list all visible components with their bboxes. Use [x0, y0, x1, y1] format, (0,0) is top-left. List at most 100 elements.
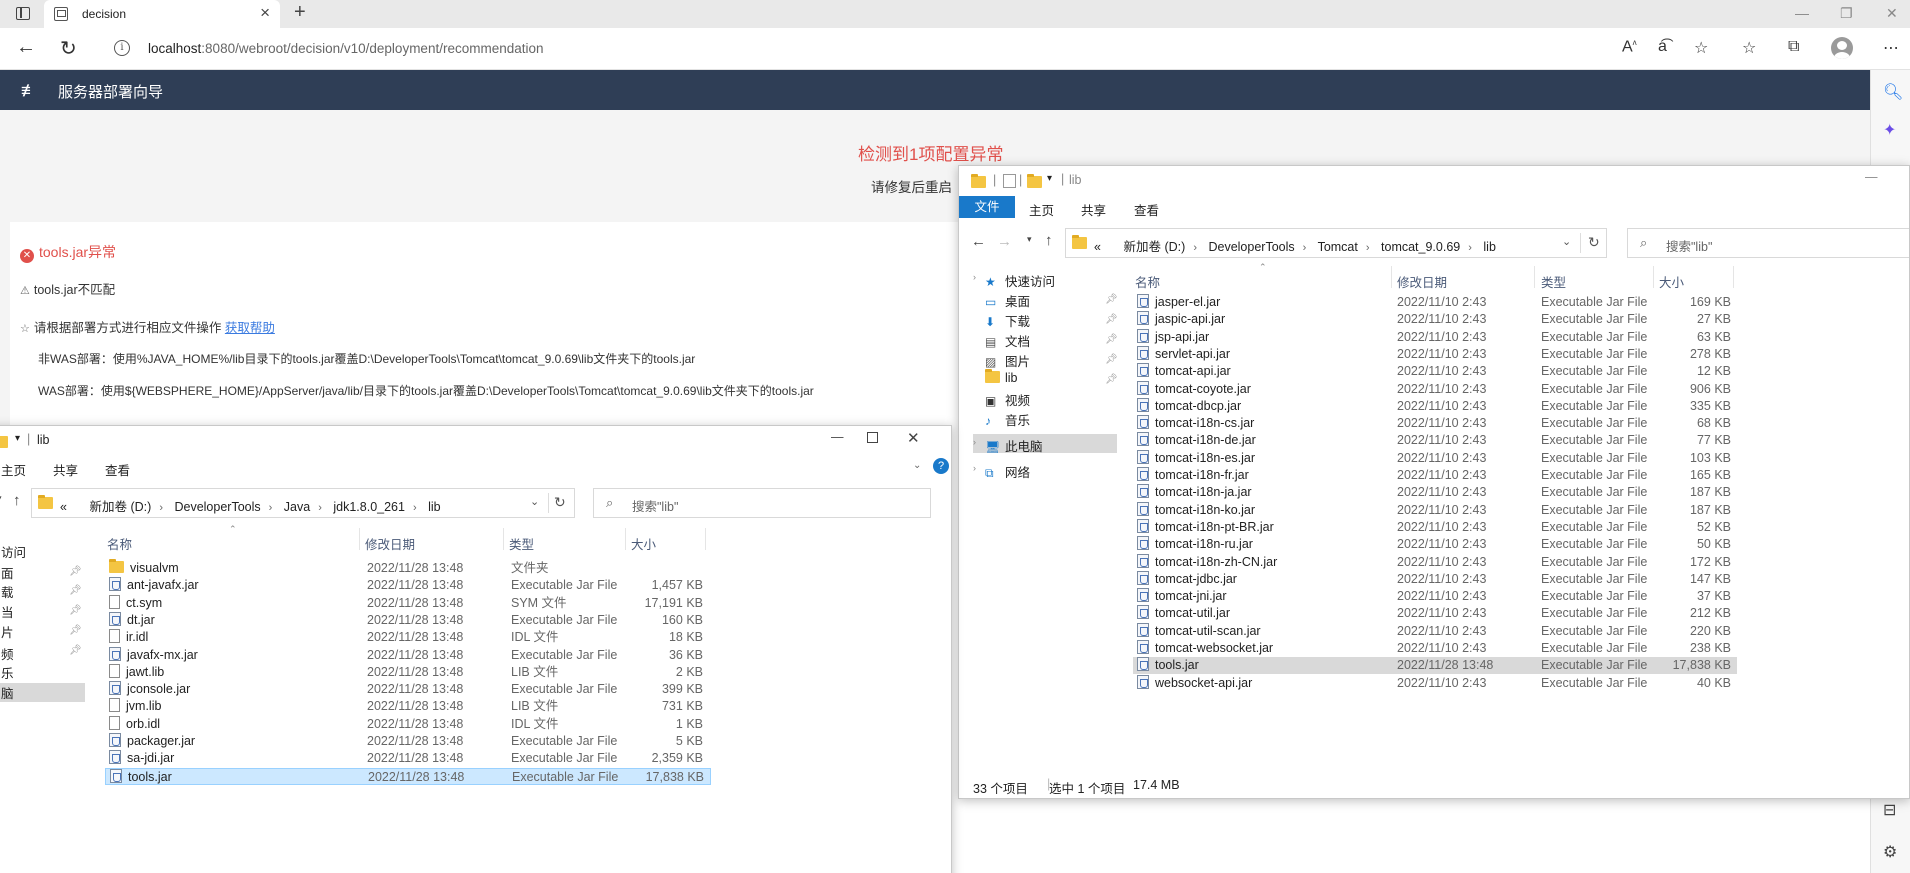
- column-header-type[interactable]: 类型: [1541, 272, 1566, 291]
- ribbon-tab-file[interactable]: 文件: [959, 196, 1015, 218]
- table-row[interactable]: tomcat-jni.jar 2022/11/10 2:43 Executable …: [1133, 588, 1737, 605]
- table-row[interactable]: jconsole.jar 2022/11/28 13:48 Executable J…: [105, 681, 711, 698]
- nav-item[interactable]: 载: [1, 582, 14, 601]
- table-row[interactable]: tomcat-i18n-ko.jar 2022/11/10 2:43 Executa…: [1133, 501, 1737, 519]
- expand-chevron-icon[interactable]: ›: [973, 437, 976, 447]
- table-row[interactable]: tomcat-coyote.jar 2022/11/10 2:43 Executab…: [1133, 380, 1737, 398]
- address-bar[interactable]: « 新加卷 (D:) › DeveloperTools › Tomcat › tomc…: [1065, 228, 1607, 258]
- table-row[interactable]: jasper-el.jar 2022/11/10 2:43 Executable J…: [1133, 294, 1737, 311]
- nav-item-music[interactable]: ♪ 音乐: [985, 410, 1030, 429]
- qat-dropdown-icon[interactable]: ▾: [15, 433, 20, 444]
- table-row[interactable]: tomcat-util-scan.jar 2022/11/10 2:43 Execu…: [1133, 622, 1737, 640]
- table-row[interactable]: servlet-api.jar 2022/11/10 2:43 Executable…: [1133, 345, 1737, 363]
- nav-item-video[interactable]: ▣ 视频: [985, 390, 1030, 409]
- nav-item[interactable]: 脑: [1, 683, 14, 702]
- breadcrumb-tomcat[interactable]: Tomcat: [1318, 240, 1358, 254]
- help-link[interactable]: 获取帮助: [225, 321, 275, 335]
- nav-item[interactable]: 面: [1, 563, 14, 582]
- add-favorite-icon[interactable]: ☆: [1694, 38, 1708, 58]
- breadcrumb-lib[interactable]: lib: [1483, 240, 1496, 254]
- nav-item[interactable]: 乐: [1, 663, 14, 682]
- table-row[interactable]: tomcat-i18n-cs.jar 2022/11/10 2:43 Executa…: [1133, 415, 1737, 432]
- maximize-icon[interactable]: [867, 432, 878, 443]
- more-menu-icon[interactable]: ⋯: [1883, 38, 1899, 58]
- breadcrumb-tomcat-version[interactable]: tomcat_9.0.69: [1381, 240, 1460, 254]
- expand-chevron-icon[interactable]: ›: [973, 463, 976, 473]
- site-info-icon[interactable]: i: [114, 40, 130, 56]
- close-window-icon[interactable]: ✕: [1886, 5, 1898, 22]
- table-row[interactable]: tools.jar 2022/11/28 13:48 Executable Jar …: [1133, 657, 1737, 675]
- back-icon[interactable]: ←: [971, 233, 986, 250]
- sidebar-panel-icon[interactable]: ⊟: [1883, 800, 1896, 820]
- nav-item-folder[interactable]: lib: [985, 369, 1018, 385]
- search-box[interactable]: ⌕ 搜索"lib": [593, 488, 931, 518]
- table-row[interactable]: orb.idl 2022/11/28 13:48 IDL 文件 1 KB: [105, 715, 711, 733]
- ribbon-tab-view[interactable]: 查看: [105, 460, 130, 479]
- address-dropdown-icon[interactable]: ⌄: [530, 495, 539, 508]
- breadcrumb-java[interactable]: Java: [284, 500, 310, 514]
- expand-chevron-icon[interactable]: ›: [973, 272, 976, 282]
- translate-icon[interactable]: a͡: [1658, 38, 1667, 56]
- search-icon[interactable]: 🔍︎: [1883, 82, 1903, 102]
- url-text[interactable]: localhost:8080/webroot/decision/v10/depl…: [148, 41, 544, 56]
- nav-item-net[interactable]: ⧉ 网络: [985, 462, 1030, 481]
- tab-close-icon[interactable]: ×: [260, 3, 270, 23]
- refresh-icon[interactable]: ↻: [554, 494, 566, 511]
- breadcrumb-drive[interactable]: 新加卷 (D:): [1124, 240, 1186, 254]
- table-row[interactable]: jaspic-api.jar 2022/11/10 2:43 Executable …: [1133, 311, 1737, 328]
- search-box[interactable]: ⌕ 搜索"lib": [1627, 228, 1909, 258]
- refresh-icon[interactable]: ↻: [60, 36, 77, 61]
- nav-item-down[interactable]: ⬇ 下载: [985, 311, 1030, 330]
- table-row[interactable]: tomcat-i18n-ja.jar 2022/11/10 2:43 Executa…: [1133, 484, 1737, 501]
- table-row[interactable]: ct.sym 2022/11/28 13:48 SYM 文件 17,191 KB: [105, 594, 711, 612]
- breadcrumb-overflow[interactable]: «: [1094, 240, 1101, 254]
- table-row[interactable]: tomcat-dbcp.jar 2022/11/10 2:43 Executable…: [1133, 397, 1737, 415]
- help-icon[interactable]: ?: [933, 458, 949, 474]
- restore-icon[interactable]: ❐: [1840, 5, 1853, 22]
- minimize-icon[interactable]: —: [1865, 170, 1878, 184]
- address-dropdown-icon[interactable]: ⌄: [1562, 235, 1571, 248]
- breadcrumb-lib[interactable]: lib: [428, 500, 441, 514]
- table-row[interactable]: tomcat-api.jar 2022/11/10 2:43 Executable …: [1133, 363, 1737, 380]
- qat-dropdown-icon[interactable]: ▾: [1047, 173, 1052, 184]
- nav-item-pc[interactable]: 🖥︎ 此电脑: [985, 436, 1043, 455]
- table-row[interactable]: tomcat-i18n-es.jar 2022/11/10 2:43 Executa…: [1133, 449, 1737, 467]
- ribbon-tab-home[interactable]: 主页: [1, 460, 26, 479]
- nav-item[interactable]: 片: [1, 622, 14, 641]
- table-row[interactable]: tomcat-util.jar 2022/11/10 2:43 Executable…: [1133, 605, 1737, 622]
- table-row[interactable]: tomcat-jdbc.jar 2022/11/10 2:43 Executable…: [1133, 570, 1737, 588]
- ribbon-tab-share[interactable]: 共享: [1081, 200, 1106, 219]
- table-row[interactable]: jsp-api.jar 2022/11/10 2:43 Executable Jar…: [1133, 328, 1737, 346]
- recent-dropdown-icon[interactable]: ▾: [0, 493, 2, 504]
- close-icon[interactable]: ✕: [907, 429, 920, 447]
- ribbon-tab-view[interactable]: 查看: [1134, 200, 1159, 219]
- table-row[interactable]: ant-javafx.jar 2022/11/28 13:48 Executable…: [105, 577, 711, 594]
- address-bar[interactable]: « 新加卷 (D:) › DeveloperTools › Java › jdk1.8…: [31, 488, 575, 518]
- nav-item[interactable]: 当: [1, 602, 14, 621]
- column-header-name[interactable]: 名称: [107, 534, 132, 553]
- forward-icon[interactable]: →: [997, 233, 1012, 250]
- copilot-icon[interactable]: ✦: [1883, 120, 1896, 140]
- minimize-icon[interactable]: —: [831, 430, 844, 444]
- ribbon-tab-share[interactable]: 共享: [53, 460, 78, 479]
- table-row[interactable]: visualvm 2022/11/28 13:48 文件夹: [105, 559, 711, 577]
- column-header-size[interactable]: 大小: [1659, 272, 1684, 291]
- table-row[interactable]: tomcat-websocket.jar 2022/11/10 2:43 Execu…: [1133, 640, 1737, 657]
- read-aloud-icon[interactable]: Aʌ: [1622, 38, 1637, 56]
- nav-item-pic[interactable]: ▨ 图片: [985, 351, 1030, 370]
- ribbon-tab-home[interactable]: 主页: [1029, 200, 1054, 219]
- breadcrumb-devtools[interactable]: DeveloperTools: [174, 500, 260, 514]
- table-row[interactable]: tomcat-i18n-ru.jar 2022/11/10 2:43 Executa…: [1133, 536, 1737, 553]
- table-row[interactable]: websocket-api.jar 2022/11/10 2:43 Executab…: [1133, 674, 1737, 692]
- nav-item[interactable]: 频: [1, 644, 14, 663]
- minimize-icon[interactable]: —: [1795, 5, 1809, 21]
- back-icon[interactable]: ←: [16, 36, 36, 59]
- table-row[interactable]: packager.jar 2022/11/28 13:48 Executable J…: [105, 733, 711, 750]
- breadcrumb-overflow[interactable]: «: [60, 500, 67, 514]
- favorites-icon[interactable]: ☆: [1742, 38, 1756, 58]
- table-row[interactable]: sa-jdi.jar 2022/11/28 13:48 Executable Jar…: [105, 750, 711, 767]
- table-row[interactable]: dt.jar 2022/11/28 13:48 Executable Jar Fil…: [105, 611, 711, 629]
- breadcrumb-drive[interactable]: 新加卷 (D:): [90, 500, 152, 514]
- table-row[interactable]: tomcat-i18n-pt-BR.jar 2022/11/10 2:43 Exec…: [1133, 518, 1737, 536]
- new-tab-icon[interactable]: +: [294, 1, 306, 24]
